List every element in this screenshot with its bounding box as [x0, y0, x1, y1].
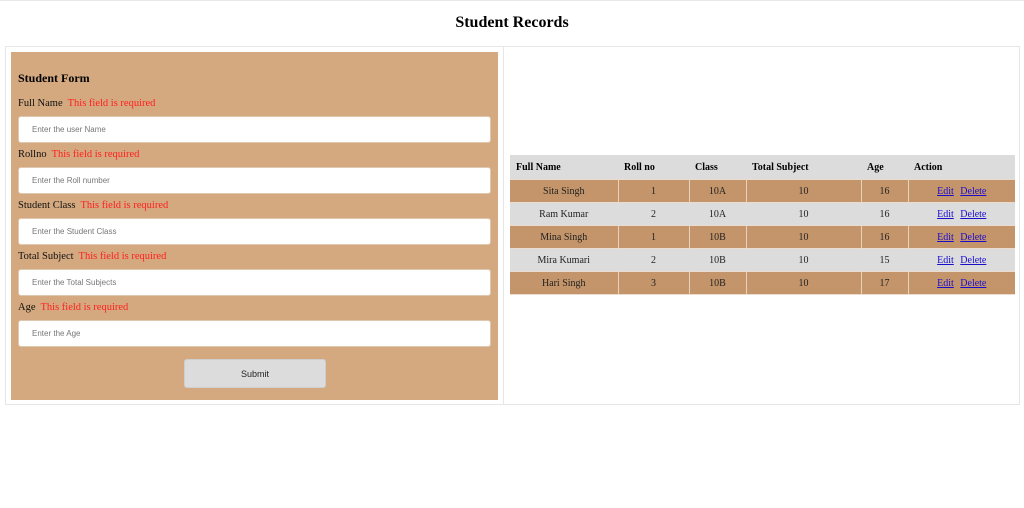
- edit-link[interactable]: Edit: [937, 186, 954, 197]
- cell-total-subject: 10: [746, 179, 862, 203]
- rollno-label: Rollno This field is required: [18, 149, 139, 160]
- cell-roll-no: 2: [618, 202, 690, 226]
- cell-roll-no: 1: [618, 225, 690, 249]
- delete-link[interactable]: Delete: [960, 278, 986, 289]
- cell-action: Edit Delete: [908, 202, 1015, 226]
- cell-class: 10A: [689, 179, 747, 203]
- submit-button[interactable]: Submit: [184, 359, 326, 388]
- cell-age: 17: [861, 271, 909, 295]
- full-name-label: Full Name This field is required: [18, 98, 155, 109]
- column-divider: [503, 46, 504, 405]
- column-header-total-subject: Total Subject: [746, 155, 861, 180]
- form-title: Student Form: [18, 71, 90, 85]
- student-class-error: This field is required: [80, 200, 169, 211]
- age-label-text: Age: [18, 302, 36, 313]
- cell-full-name: Mina Singh: [510, 225, 619, 249]
- column-header-roll-no: Roll no: [618, 155, 689, 180]
- cell-age: 16: [861, 225, 909, 249]
- cell-class: 10B: [689, 248, 747, 272]
- cell-full-name: Mira Kumari: [510, 248, 619, 272]
- student-class-label-text: Student Class: [18, 200, 76, 211]
- cell-roll-no: 3: [618, 271, 690, 295]
- column-header-class: Class: [689, 155, 746, 180]
- student-class-label: Student Class This field is required: [18, 200, 168, 211]
- cell-action: Edit Delete: [908, 248, 1015, 272]
- age-input[interactable]: [18, 320, 491, 347]
- cell-class: 10B: [689, 225, 747, 249]
- cell-full-name: Ram Kumar: [510, 202, 619, 226]
- top-border: [0, 0, 1024, 1]
- table-row: Sita Singh 1 10A 10 16 Edit Delete: [510, 179, 1015, 203]
- cell-class: 10B: [689, 271, 747, 295]
- total-subject-error: This field is required: [78, 251, 167, 262]
- total-subject-input[interactable]: [18, 269, 491, 296]
- cell-class: 10A: [689, 202, 747, 226]
- age-label: Age This field is required: [18, 302, 128, 313]
- rollno-label-text: Rollno: [18, 149, 47, 160]
- table-header-row: Full Name Roll no Class Total Subject Ag…: [510, 155, 1015, 180]
- student-class-input[interactable]: [18, 218, 491, 245]
- column-header-action: Action: [908, 155, 1015, 180]
- cell-roll-no: 1: [618, 179, 690, 203]
- cell-total-subject: 10: [746, 225, 862, 249]
- cell-total-subject: 10: [746, 202, 862, 226]
- total-subject-label: Total Subject This field is required: [18, 251, 166, 262]
- cell-full-name: Sita Singh: [510, 179, 619, 203]
- column-header-age: Age: [861, 155, 908, 180]
- table-row: Mina Singh 1 10B 10 16 Edit Delete: [510, 225, 1015, 249]
- rollno-input[interactable]: [18, 167, 491, 194]
- page-title: Student Records: [455, 14, 569, 31]
- table-row: Hari Singh 3 10B 10 17 Edit Delete: [510, 271, 1015, 295]
- cell-action: Edit Delete: [908, 225, 1015, 249]
- rollno-error: This field is required: [51, 149, 140, 160]
- cell-roll-no: 2: [618, 248, 690, 272]
- cell-full-name: Hari Singh: [510, 271, 619, 295]
- delete-link[interactable]: Delete: [960, 255, 986, 266]
- table-row: Mira Kumari 2 10B 10 15 Edit Delete: [510, 248, 1015, 272]
- delete-link[interactable]: Delete: [960, 232, 986, 243]
- full-name-error: This field is required: [67, 98, 156, 109]
- full-name-input[interactable]: [18, 116, 491, 143]
- edit-link[interactable]: Edit: [937, 278, 954, 289]
- cell-total-subject: 10: [746, 271, 862, 295]
- delete-link[interactable]: Delete: [960, 209, 986, 220]
- column-header-full-name: Full Name: [510, 155, 618, 180]
- cell-action: Edit Delete: [908, 179, 1015, 203]
- total-subject-label-text: Total Subject: [18, 251, 74, 262]
- edit-link[interactable]: Edit: [937, 209, 954, 220]
- table-row: Ram Kumar 2 10A 10 16 Edit Delete: [510, 202, 1015, 226]
- student-records-table: Full Name Roll no Class Total Subject Ag…: [510, 155, 1015, 295]
- cell-action: Edit Delete: [908, 271, 1015, 295]
- student-form: Student Form Full Name This field is requ…: [11, 52, 498, 400]
- full-name-label-text: Full Name: [18, 98, 63, 109]
- age-error: This field is required: [40, 302, 129, 313]
- edit-link[interactable]: Edit: [937, 255, 954, 266]
- cell-age: 16: [861, 202, 909, 226]
- cell-total-subject: 10: [746, 248, 862, 272]
- cell-age: 16: [861, 179, 909, 203]
- cell-age: 15: [861, 248, 909, 272]
- delete-link[interactable]: Delete: [960, 186, 986, 197]
- edit-link[interactable]: Edit: [937, 232, 954, 243]
